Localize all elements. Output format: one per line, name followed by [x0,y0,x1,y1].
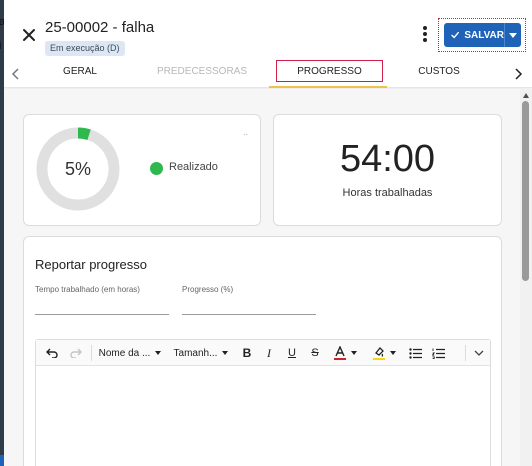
task-dialog: 25-00002 - falha Em execução (D) SALVAR … [4,0,532,466]
bulleted-list-icon [408,347,422,359]
numbered-list-button[interactable] [428,343,448,363]
save-button[interactable]: SALVAR [444,23,504,47]
font-size-dropdown[interactable]: Tamanh... [170,343,232,363]
report-progress-title: Reportar progresso [35,257,147,272]
scroll-up-arrow-icon[interactable] [523,93,529,98]
redo-button [66,343,86,363]
active-tab-indicator [269,86,387,88]
italic-button[interactable]: I [260,343,278,363]
hours-worked-field-label: Tempo trabalhado (em horas) [35,285,140,294]
font-size-label: Tamanh... [173,347,218,359]
dialog-header: 25-00002 - falha Em execução (D) SALVAR [4,0,532,60]
tabs-scroll-left[interactable] [6,64,26,84]
hours-worked-value: 54:00 [339,138,436,180]
card-corner-mark: .. [243,127,249,137]
underline-button[interactable]: U [283,343,301,363]
numbered-list-icon [431,348,445,359]
font-name-dropdown[interactable]: Nome da ... [96,343,164,363]
hours-worked-field[interactable]: Tempo trabalhado (em horas) [35,285,169,315]
tab-custos[interactable]: CUSTOS [404,60,474,86]
strikethrough-icon: S [311,347,319,359]
highlight-icon [372,347,385,360]
hours-worked-label: Horas trabalhadas [342,187,433,199]
undo-icon [46,348,58,358]
progress-percent-input[interactable] [182,300,316,311]
progress-percent-field-label: Progresso (%) [182,285,234,294]
font-name-label: Nome da ... [98,347,151,359]
italic-icon: I [267,345,271,360]
chevron-down-icon [222,351,229,355]
close-icon [23,29,35,41]
underline-icon: U [288,347,296,359]
chevron-down-icon [509,32,517,38]
tab-geral[interactable]: GERAL [40,60,120,86]
tab-predecessoras: PREDECESSORAS [156,66,248,77]
strikethrough-button[interactable]: S [306,343,324,363]
chevron-down-icon [155,351,162,355]
tabs-scroll-right[interactable] [508,64,528,84]
hours-card: 54:00 Horas trabalhadas [273,114,502,226]
legend-dot-realizado [150,162,163,175]
tab-bar: GERAL PREDECESSORAS PROGRESSO CUSTOS [4,60,532,88]
save-options-dropdown[interactable] [504,23,521,47]
vertical-scrollbar[interactable] [520,89,532,466]
undo-button[interactable] [42,343,62,363]
status-badge: Em execução (D) [45,41,125,56]
more-vertical-icon [418,26,432,42]
toolbar-divider [91,345,92,361]
background-text: i [0,40,2,52]
progress-percent-field[interactable]: Progresso (%) [182,285,316,315]
tab-progresso[interactable]: PROGRESSO [276,60,383,86]
save-button-label: SALVAR [464,29,504,41]
font-color-icon [333,346,346,360]
rich-text-editor: Nome da ... Tamanh... B I U S [35,339,491,466]
chevron-left-icon [11,68,19,80]
bold-icon: B [242,346,252,360]
editor-content-area[interactable] [36,366,490,466]
save-split-button: SALVAR [444,23,521,47]
expand-toolbar-button[interactable] [470,343,488,363]
font-color-button[interactable] [331,343,359,363]
dialog-content: 5% Realizado .. 54:00 Horas trabalhadas … [4,89,520,466]
report-progress-card: Reportar progresso Tempo trabalhado (em … [23,236,502,466]
legend-label: Realizado [169,161,218,173]
chevron-down-icon [389,351,396,355]
scrollbar-thumb[interactable] [522,101,529,281]
chevron-down-icon [350,351,357,355]
bulleted-list-button[interactable] [405,343,425,363]
chevron-right-icon [515,68,523,80]
redo-icon [70,348,82,358]
editor-toolbar: Nome da ... Tamanh... B I U S [36,340,490,366]
bold-button[interactable]: B [238,343,256,363]
close-button[interactable] [20,26,38,44]
toolbar-divider [465,345,466,361]
progress-card: 5% Realizado .. [23,114,261,226]
dialog-title: 25-00002 - falha [45,19,155,36]
progress-percent: 5% [64,159,91,179]
check-icon [451,31,460,39]
chevron-down-icon [474,350,484,356]
hours-worked-input[interactable] [35,300,169,311]
highlight-color-button[interactable] [369,343,399,363]
more-options-button[interactable] [418,25,432,45]
